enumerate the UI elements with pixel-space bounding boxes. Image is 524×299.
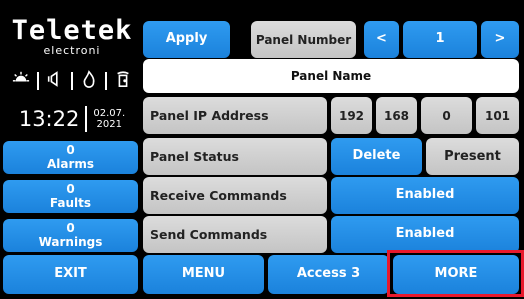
ip-octet-4[interactable]: 101 — [476, 97, 519, 134]
door-icon — [114, 70, 132, 92]
logo-subtitle: electroni — [43, 44, 101, 57]
speaker-icon — [46, 70, 64, 92]
menu-button[interactable]: MENU — [143, 255, 264, 294]
delete-button[interactable]: Delete — [331, 138, 422, 175]
divider — [85, 106, 88, 132]
teletek-logo: Teletek — [11, 15, 133, 46]
next-button[interactable]: > — [481, 21, 519, 58]
alarms-count: 0 — [66, 143, 75, 158]
panel-name-field[interactable]: Panel Name — [143, 59, 519, 93]
panel-ip-label: Panel IP Address — [143, 97, 327, 134]
receive-commands-label: Receive Commands — [143, 177, 327, 214]
ip-octet-3[interactable]: 0 — [421, 97, 472, 134]
clock-time: 13:22 — [18, 107, 80, 131]
warnings-button[interactable]: 0 Warnings — [3, 219, 138, 252]
faults-label: Faults — [49, 195, 92, 210]
date-day: 02.07. — [93, 108, 126, 119]
apply-button[interactable]: Apply — [143, 21, 230, 58]
divider — [70, 72, 73, 90]
faults-count: 0 — [66, 182, 75, 197]
receive-commands-toggle[interactable]: Enabled — [331, 177, 519, 214]
divider — [36, 72, 39, 90]
highlight-box — [387, 250, 524, 297]
alarms-label: Alarms — [46, 156, 95, 171]
warnings-count: 0 — [66, 221, 75, 236]
light-icon — [12, 70, 30, 92]
status-icons-bar — [8, 70, 136, 92]
divider — [105, 72, 108, 90]
panel-number-label: Panel Number — [251, 21, 356, 58]
send-commands-toggle[interactable]: Enabled — [331, 216, 519, 253]
panel-status-label: Panel Status — [143, 138, 327, 175]
ip-octet-1[interactable]: 192 — [331, 97, 372, 134]
prev-button[interactable]: < — [364, 21, 399, 58]
panel-number-value[interactable]: 1 — [403, 21, 477, 58]
panel-status-value: Present — [426, 138, 519, 175]
warnings-label: Warnings — [38, 234, 103, 249]
ip-octet-2[interactable]: 168 — [376, 97, 417, 134]
access-level-button[interactable]: Access 3 — [268, 255, 389, 294]
exit-button[interactable]: EXIT — [3, 255, 138, 294]
alarms-button[interactable]: 0 Alarms — [3, 141, 138, 174]
clock-date: 02.07. 2021 — [93, 108, 125, 130]
faults-button[interactable]: 0 Faults — [3, 180, 138, 213]
date-year: 2021 — [96, 119, 122, 130]
clock: 13:22 02.07. 2021 — [8, 104, 136, 134]
send-commands-label: Send Commands — [143, 216, 327, 253]
flame-icon — [80, 70, 98, 92]
